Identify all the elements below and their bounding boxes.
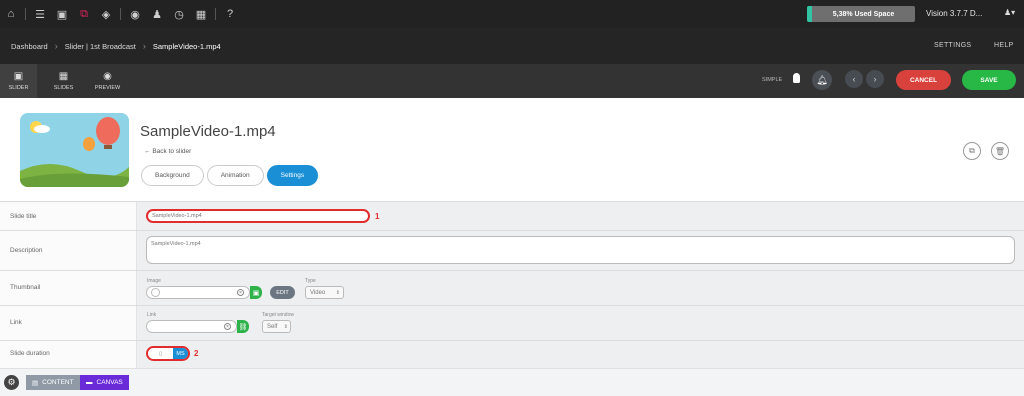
- divider: [0, 340, 1024, 341]
- annotation-marker-2: 2: [194, 349, 199, 358]
- chevron-right-icon: ›: [142, 41, 146, 51]
- description-label: Description: [10, 247, 43, 254]
- image-preview-circle: [151, 288, 160, 297]
- thumbnail-image-input[interactable]: [146, 286, 250, 299]
- divider: [120, 8, 121, 20]
- lightbulb-icon[interactable]: [793, 73, 800, 83]
- duplicate-icon[interactable]: ⧉: [963, 142, 981, 160]
- tab-settings[interactable]: Settings: [266, 165, 319, 186]
- tab-background[interactable]: Background: [141, 165, 204, 186]
- slides-button[interactable]: ▦ SLIDES: [45, 64, 82, 98]
- link-field-label: Link: [147, 312, 157, 318]
- chevron-right-icon: ›: [54, 41, 58, 51]
- target-window-select[interactable]: Self ⇕: [262, 320, 291, 333]
- slide-tabs: Background Animation Settings: [141, 165, 321, 186]
- duration-value: ▯: [159, 350, 162, 357]
- divider: [0, 201, 1024, 202]
- divider: [215, 8, 216, 20]
- version-link[interactable]: Vision 3.7.7 D...: [926, 9, 982, 18]
- thumbnail-label: Thumbnail: [10, 284, 41, 291]
- bottom-bar: ⚙ ▤ CONTENT ▬ CANVAS: [0, 368, 1024, 396]
- type-value: Video: [310, 289, 326, 296]
- canvas-label: CANVAS: [96, 379, 123, 386]
- eye-icon[interactable]: ◉: [127, 6, 143, 22]
- thumbnail-illustration: [20, 113, 129, 187]
- clock-icon[interactable]: ◷: [171, 6, 187, 22]
- content-icon: ▤: [32, 379, 39, 387]
- home-icon[interactable]: ⌂: [3, 6, 19, 22]
- simple-mode-label: SIMPLE: [762, 77, 783, 83]
- breadcrumb-slider[interactable]: Slider | 1st Broadcast: [65, 42, 136, 51]
- cancel-button[interactable]: CANCEL: [896, 70, 951, 90]
- clear-icon[interactable]: ×: [237, 289, 244, 296]
- type-select[interactable]: Video ⇕: [305, 286, 344, 299]
- target-window-value: Self: [267, 323, 278, 330]
- top-bar: ⌂ ☰ ▣ ⧉ ◈ ◉ ♟ ◷ ▦ ? 5,38% Used Space Vis…: [0, 0, 1024, 28]
- breadcrumb-current: SampleVideo-1.mp4: [152, 41, 221, 51]
- image-icon: ▣: [13, 71, 24, 82]
- clear-icon[interactable]: ×: [224, 323, 231, 330]
- list-icon[interactable]: ☰: [32, 6, 48, 22]
- image-field-label: Image: [147, 278, 161, 284]
- slide-duration-input[interactable]: ▯ MS: [146, 346, 190, 361]
- breadcrumb: Dashboard › Slider | 1st Broadcast › Sam…: [0, 28, 1024, 64]
- slide-title-label: Slide title: [10, 213, 37, 220]
- slide-duration-label: Slide duration: [10, 350, 50, 357]
- type-field-label: Type: [305, 278, 316, 284]
- slide-settings-panel: Slide title Description Thumbnail Link S…: [0, 201, 1024, 368]
- bell-icon[interactable]: 🔔︎: [812, 70, 832, 90]
- layers-icon[interactable]: ⧉: [76, 6, 92, 22]
- settings-link[interactable]: SETTINGS: [934, 42, 971, 49]
- storage-meter[interactable]: 5,38% Used Space: [807, 6, 915, 22]
- duration-unit: MS: [173, 348, 188, 359]
- description-value: SampleVideo-1.mp4: [151, 241, 201, 247]
- help-icon[interactable]: ?: [222, 6, 238, 22]
- divider: [0, 305, 1024, 306]
- divider: [25, 8, 26, 20]
- slides-button-label: SLIDES: [53, 85, 74, 91]
- users-icon[interactable]: ♟: [149, 6, 165, 22]
- prev-slide-button[interactable]: ‹: [845, 70, 863, 88]
- grid-icon[interactable]: ▦: [193, 6, 209, 22]
- chevron-updown-icon: ⇕: [283, 323, 288, 330]
- next-slide-button[interactable]: ›: [866, 70, 884, 88]
- back-to-slider-link[interactable]: ← Back to slider: [144, 148, 191, 155]
- edit-thumbnail-button[interactable]: EDIT: [270, 286, 295, 299]
- content-mode-button[interactable]: ▤ CONTENT: [26, 375, 80, 390]
- preview-button[interactable]: ◉ PREVIEW: [89, 64, 126, 98]
- back-to-slider-label: Back to slider: [152, 148, 192, 155]
- cube-icon[interactable]: ◈: [98, 6, 114, 22]
- annotation-marker-1: 1: [375, 212, 380, 221]
- canvas-mode-button[interactable]: ▬ CANVAS: [80, 375, 129, 390]
- preview-button-label: PREVIEW: [94, 85, 121, 91]
- slide-thumbnail: [20, 113, 129, 187]
- help-link[interactable]: HELP: [994, 42, 1014, 49]
- arrow-left-icon: ←: [144, 148, 151, 155]
- trash-icon[interactable]: 🗑︎: [991, 142, 1009, 160]
- grid-icon: ▦: [58, 71, 69, 82]
- image-icon[interactable]: ▣: [54, 6, 70, 22]
- link-label: Link: [10, 319, 22, 326]
- storage-label: 5,38% Used Space: [832, 10, 895, 18]
- gear-icon[interactable]: ⚙: [4, 375, 19, 390]
- slider-button-label: SLIDER: [8, 85, 29, 91]
- divider: [0, 230, 1024, 231]
- save-button[interactable]: SAVE: [962, 70, 1016, 90]
- link-icon[interactable]: ⛓︎: [237, 320, 249, 333]
- user-icon[interactable]: ♟▾: [1004, 8, 1015, 17]
- description-textarea[interactable]: SampleVideo-1.mp4: [146, 236, 1015, 264]
- tab-animation[interactable]: Animation: [206, 165, 264, 186]
- breadcrumb-dashboard[interactable]: Dashboard: [11, 42, 48, 51]
- page-title: SampleVideo-1.mp4: [140, 123, 276, 140]
- divider: [0, 270, 1024, 271]
- canvas-icon: ▬: [86, 379, 93, 386]
- eye-icon: ◉: [103, 71, 112, 82]
- content-label: CONTENT: [42, 379, 74, 386]
- slide-title-input[interactable]: SampleVideo-1.mp4: [146, 209, 370, 223]
- slider-button[interactable]: ▣ SLIDER: [0, 64, 37, 98]
- image-picker-icon[interactable]: ▣: [250, 286, 262, 299]
- settings-fields-column: [137, 201, 1024, 368]
- chevron-updown-icon: ⇕: [335, 289, 340, 296]
- target-window-label: Target window: [262, 312, 294, 318]
